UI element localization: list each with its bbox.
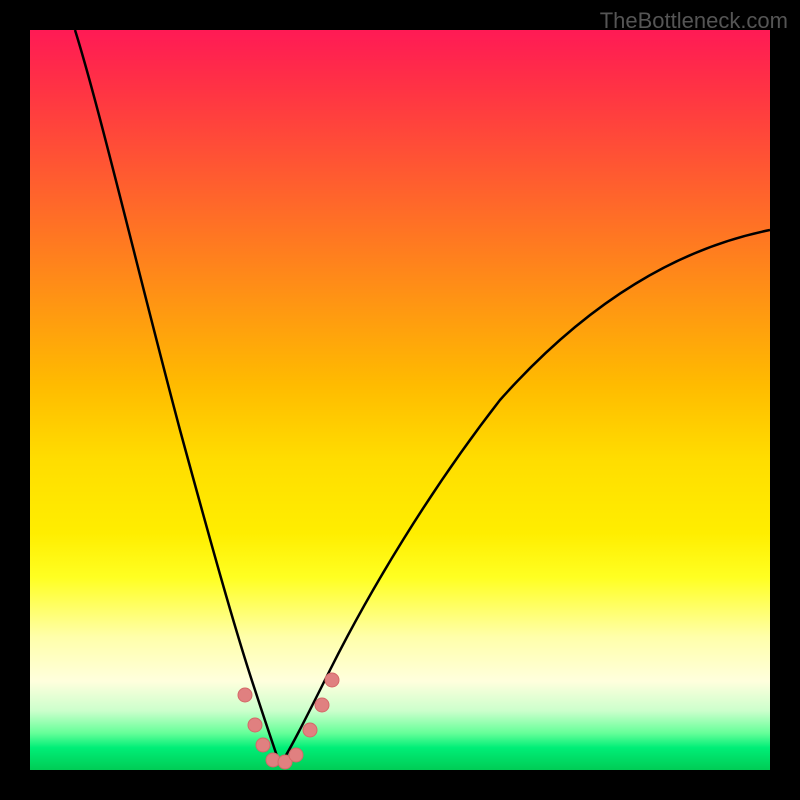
left-curve: [75, 30, 280, 765]
chart-container: TheBottleneck.com: [0, 0, 800, 800]
bottleneck-curve-svg: [30, 30, 770, 770]
right-curve: [280, 230, 770, 765]
watermark-text: TheBottleneck.com: [600, 8, 788, 34]
